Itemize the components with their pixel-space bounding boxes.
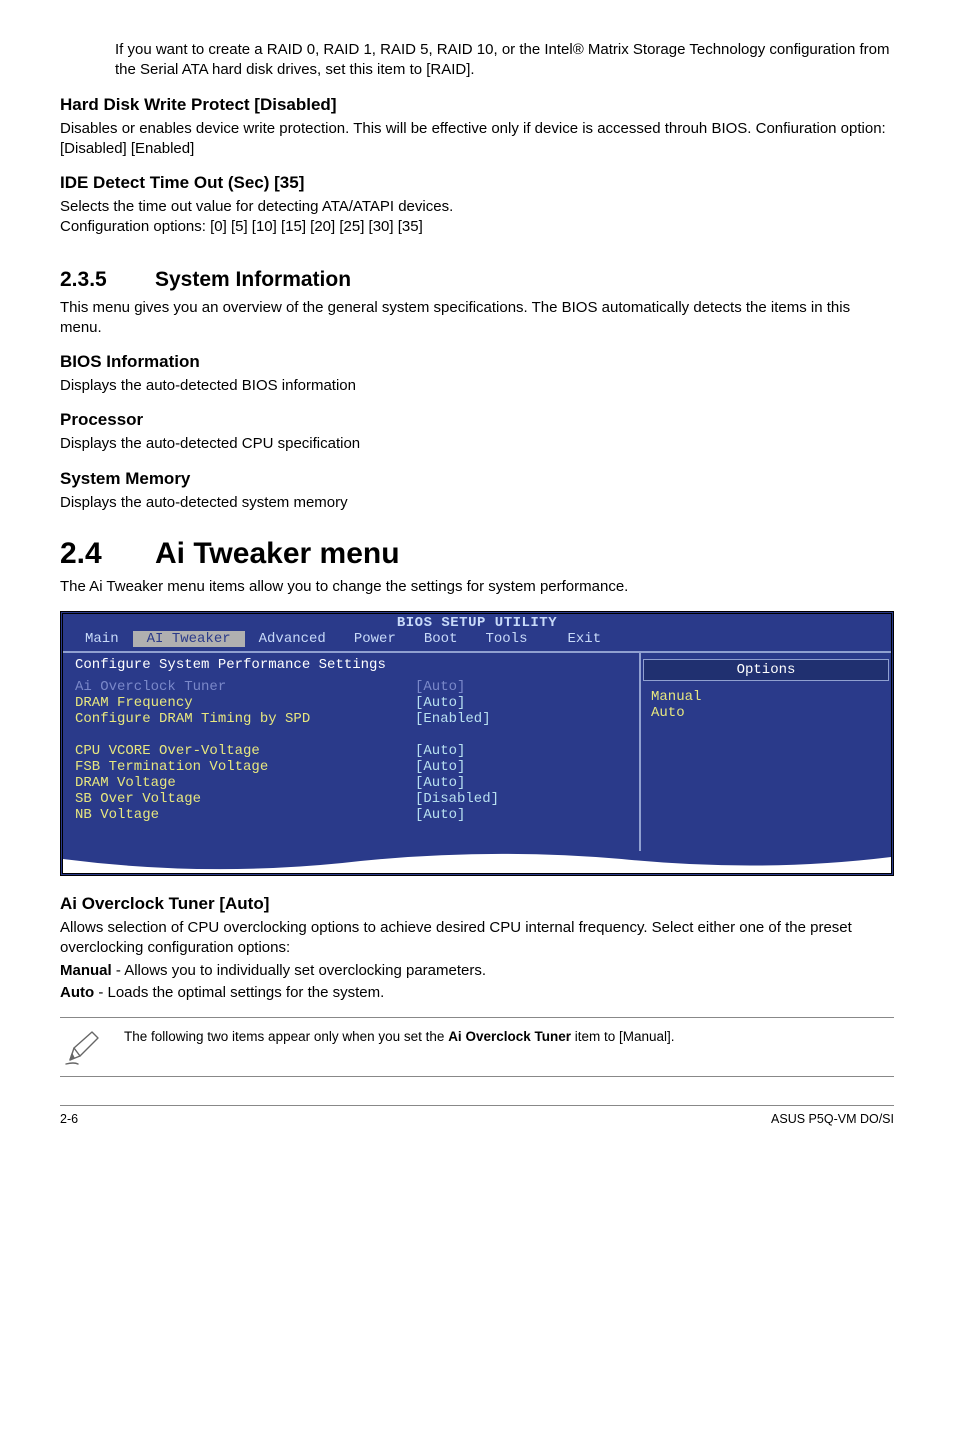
manual-label: Manual: [60, 962, 112, 979]
note-pre: The following two items appear only when…: [124, 1029, 448, 1044]
bios-row-value: [Auto]: [415, 695, 627, 711]
auto-label: Auto: [60, 984, 94, 1001]
bios-row-dram-timing: Configure DRAM Timing by SPD [Enabled]: [75, 711, 627, 727]
hard-disk-write-protect-body: Disables or enables device write protect…: [60, 119, 894, 160]
bios-menu-boot: Boot: [410, 631, 472, 647]
note-post: item to [Manual].: [571, 1029, 675, 1044]
bios-row-sb-over: SB Over Voltage [Disabled]: [75, 791, 627, 807]
ai-tweaker-intro: The Ai Tweaker menu items allow you to c…: [60, 577, 894, 597]
footer-product-name: ASUS P5Q-VM DO/SI: [771, 1112, 894, 1126]
bios-row-label: FSB Termination Voltage: [75, 759, 415, 775]
bios-row-value: [Auto]: [415, 743, 627, 759]
bios-row-label: SB Over Voltage: [75, 791, 415, 807]
note-text: The following two items appear only when…: [124, 1028, 894, 1046]
bios-row-value: [Auto]: [415, 679, 627, 695]
note-bold: Ai Overclock Tuner: [448, 1029, 571, 1044]
bios-menu-main: Main: [71, 631, 133, 647]
bios-setup-screenshot: BIOS SETUP UTILITY Main AI Tweaker Advan…: [60, 611, 894, 876]
system-memory-body: Displays the auto-detected system memory: [60, 493, 894, 513]
bios-config-heading: Configure System Performance Settings: [75, 657, 627, 673]
bios-row-value: [Auto]: [415, 807, 627, 823]
bios-menu-bar: Main AI Tweaker Advanced Power Boot Tool…: [63, 631, 891, 651]
ai-overclock-auto-line: Auto - Loads the optimal settings for th…: [60, 983, 894, 1003]
bios-row-label: NB Voltage: [75, 807, 415, 823]
footer-page-number: 2-6: [60, 1112, 78, 1126]
bios-row-dram-freq: DRAM Frequency [Auto]: [75, 695, 627, 711]
bios-row-blank: [75, 727, 627, 743]
bios-row-value: [Enabled]: [415, 711, 627, 727]
bios-menu-tools: Tools: [471, 631, 541, 647]
bios-info-heading: BIOS Information: [60, 352, 894, 372]
hard-disk-write-protect-heading: Hard Disk Write Protect [Disabled]: [60, 95, 894, 115]
bios-row-label: DRAM Frequency: [75, 695, 415, 711]
ai-overclock-tuner-heading: Ai Overclock Tuner [Auto]: [60, 894, 894, 914]
section-title: Ai Tweaker menu: [155, 537, 400, 570]
bios-option-manual: Manual: [651, 689, 881, 705]
manual-rest: - Allows you to individually set overclo…: [112, 962, 486, 979]
auto-rest: - Loads the optimal settings for the sys…: [94, 984, 384, 1001]
bios-left-panel: Configure System Performance Settings Ai…: [63, 653, 641, 851]
section-number: 2.3.5: [60, 268, 155, 292]
section-2-3-5-heading: 2.3.5System Information: [60, 268, 894, 292]
bios-row-value: [Disabled]: [415, 791, 627, 807]
bios-menu-power: Power: [340, 631, 410, 647]
bios-menu-ai-tweaker: AI Tweaker: [133, 631, 245, 647]
bios-torn-edge: [63, 851, 891, 873]
ide-detect-body: Selects the time out value for detecting…: [60, 197, 894, 238]
bios-row-ai-overclock: Ai Overclock Tuner [Auto]: [75, 679, 627, 695]
bios-row-fsb-term: FSB Termination Voltage [Auto]: [75, 759, 627, 775]
system-memory-heading: System Memory: [60, 469, 894, 489]
section-2-4-heading: 2.4Ai Tweaker menu: [60, 537, 894, 571]
ide-body-line2: Configuration options: [0] [5] [10] [15]…: [60, 218, 423, 235]
raid-intro-text: If you want to create a RAID 0, RAID 1, …: [115, 40, 894, 81]
ai-overclock-body1: Allows selection of CPU overclocking opt…: [60, 918, 894, 959]
bios-info-body: Displays the auto-detected BIOS informat…: [60, 376, 894, 396]
bios-options-header: Options: [643, 659, 889, 681]
bios-row-cpu-vcore: CPU VCORE Over-Voltage [Auto]: [75, 743, 627, 759]
bios-menu-advanced: Advanced: [245, 631, 340, 647]
bios-row-value: [Auto]: [415, 775, 627, 791]
bios-row-label: Configure DRAM Timing by SPD: [75, 711, 415, 727]
section-number: 2.4: [60, 537, 155, 571]
section-title: System Information: [155, 268, 351, 291]
processor-heading: Processor: [60, 410, 894, 430]
pencil-icon: [60, 1028, 106, 1066]
bios-row-nb-voltage: NB Voltage [Auto]: [75, 807, 627, 823]
sysinfo-intro: This menu gives you an overview of the g…: [60, 298, 894, 339]
bios-menu-exit: Exit: [553, 631, 615, 647]
bios-row-label: CPU VCORE Over-Voltage: [75, 743, 415, 759]
page-footer: 2-6 ASUS P5Q-VM DO/SI: [60, 1105, 894, 1126]
bios-title: BIOS SETUP UTILITY: [63, 614, 891, 631]
ide-detect-heading: IDE Detect Time Out (Sec) [35]: [60, 173, 894, 193]
bios-row-label: Ai Overclock Tuner: [75, 679, 415, 695]
ide-body-line1: Selects the time out value for detecting…: [60, 198, 453, 215]
processor-body: Displays the auto-detected CPU specifica…: [60, 434, 894, 454]
ai-overclock-manual-line: Manual - Allows you to individually set …: [60, 961, 894, 981]
bios-row-dram-voltage: DRAM Voltage [Auto]: [75, 775, 627, 791]
bios-row-value: [Auto]: [415, 759, 627, 775]
bios-row-label: DRAM Voltage: [75, 775, 415, 791]
bios-option-auto: Auto: [651, 705, 881, 721]
note-box: The following two items appear only when…: [60, 1017, 894, 1077]
bios-right-panel: Options Manual Auto: [641, 653, 891, 851]
